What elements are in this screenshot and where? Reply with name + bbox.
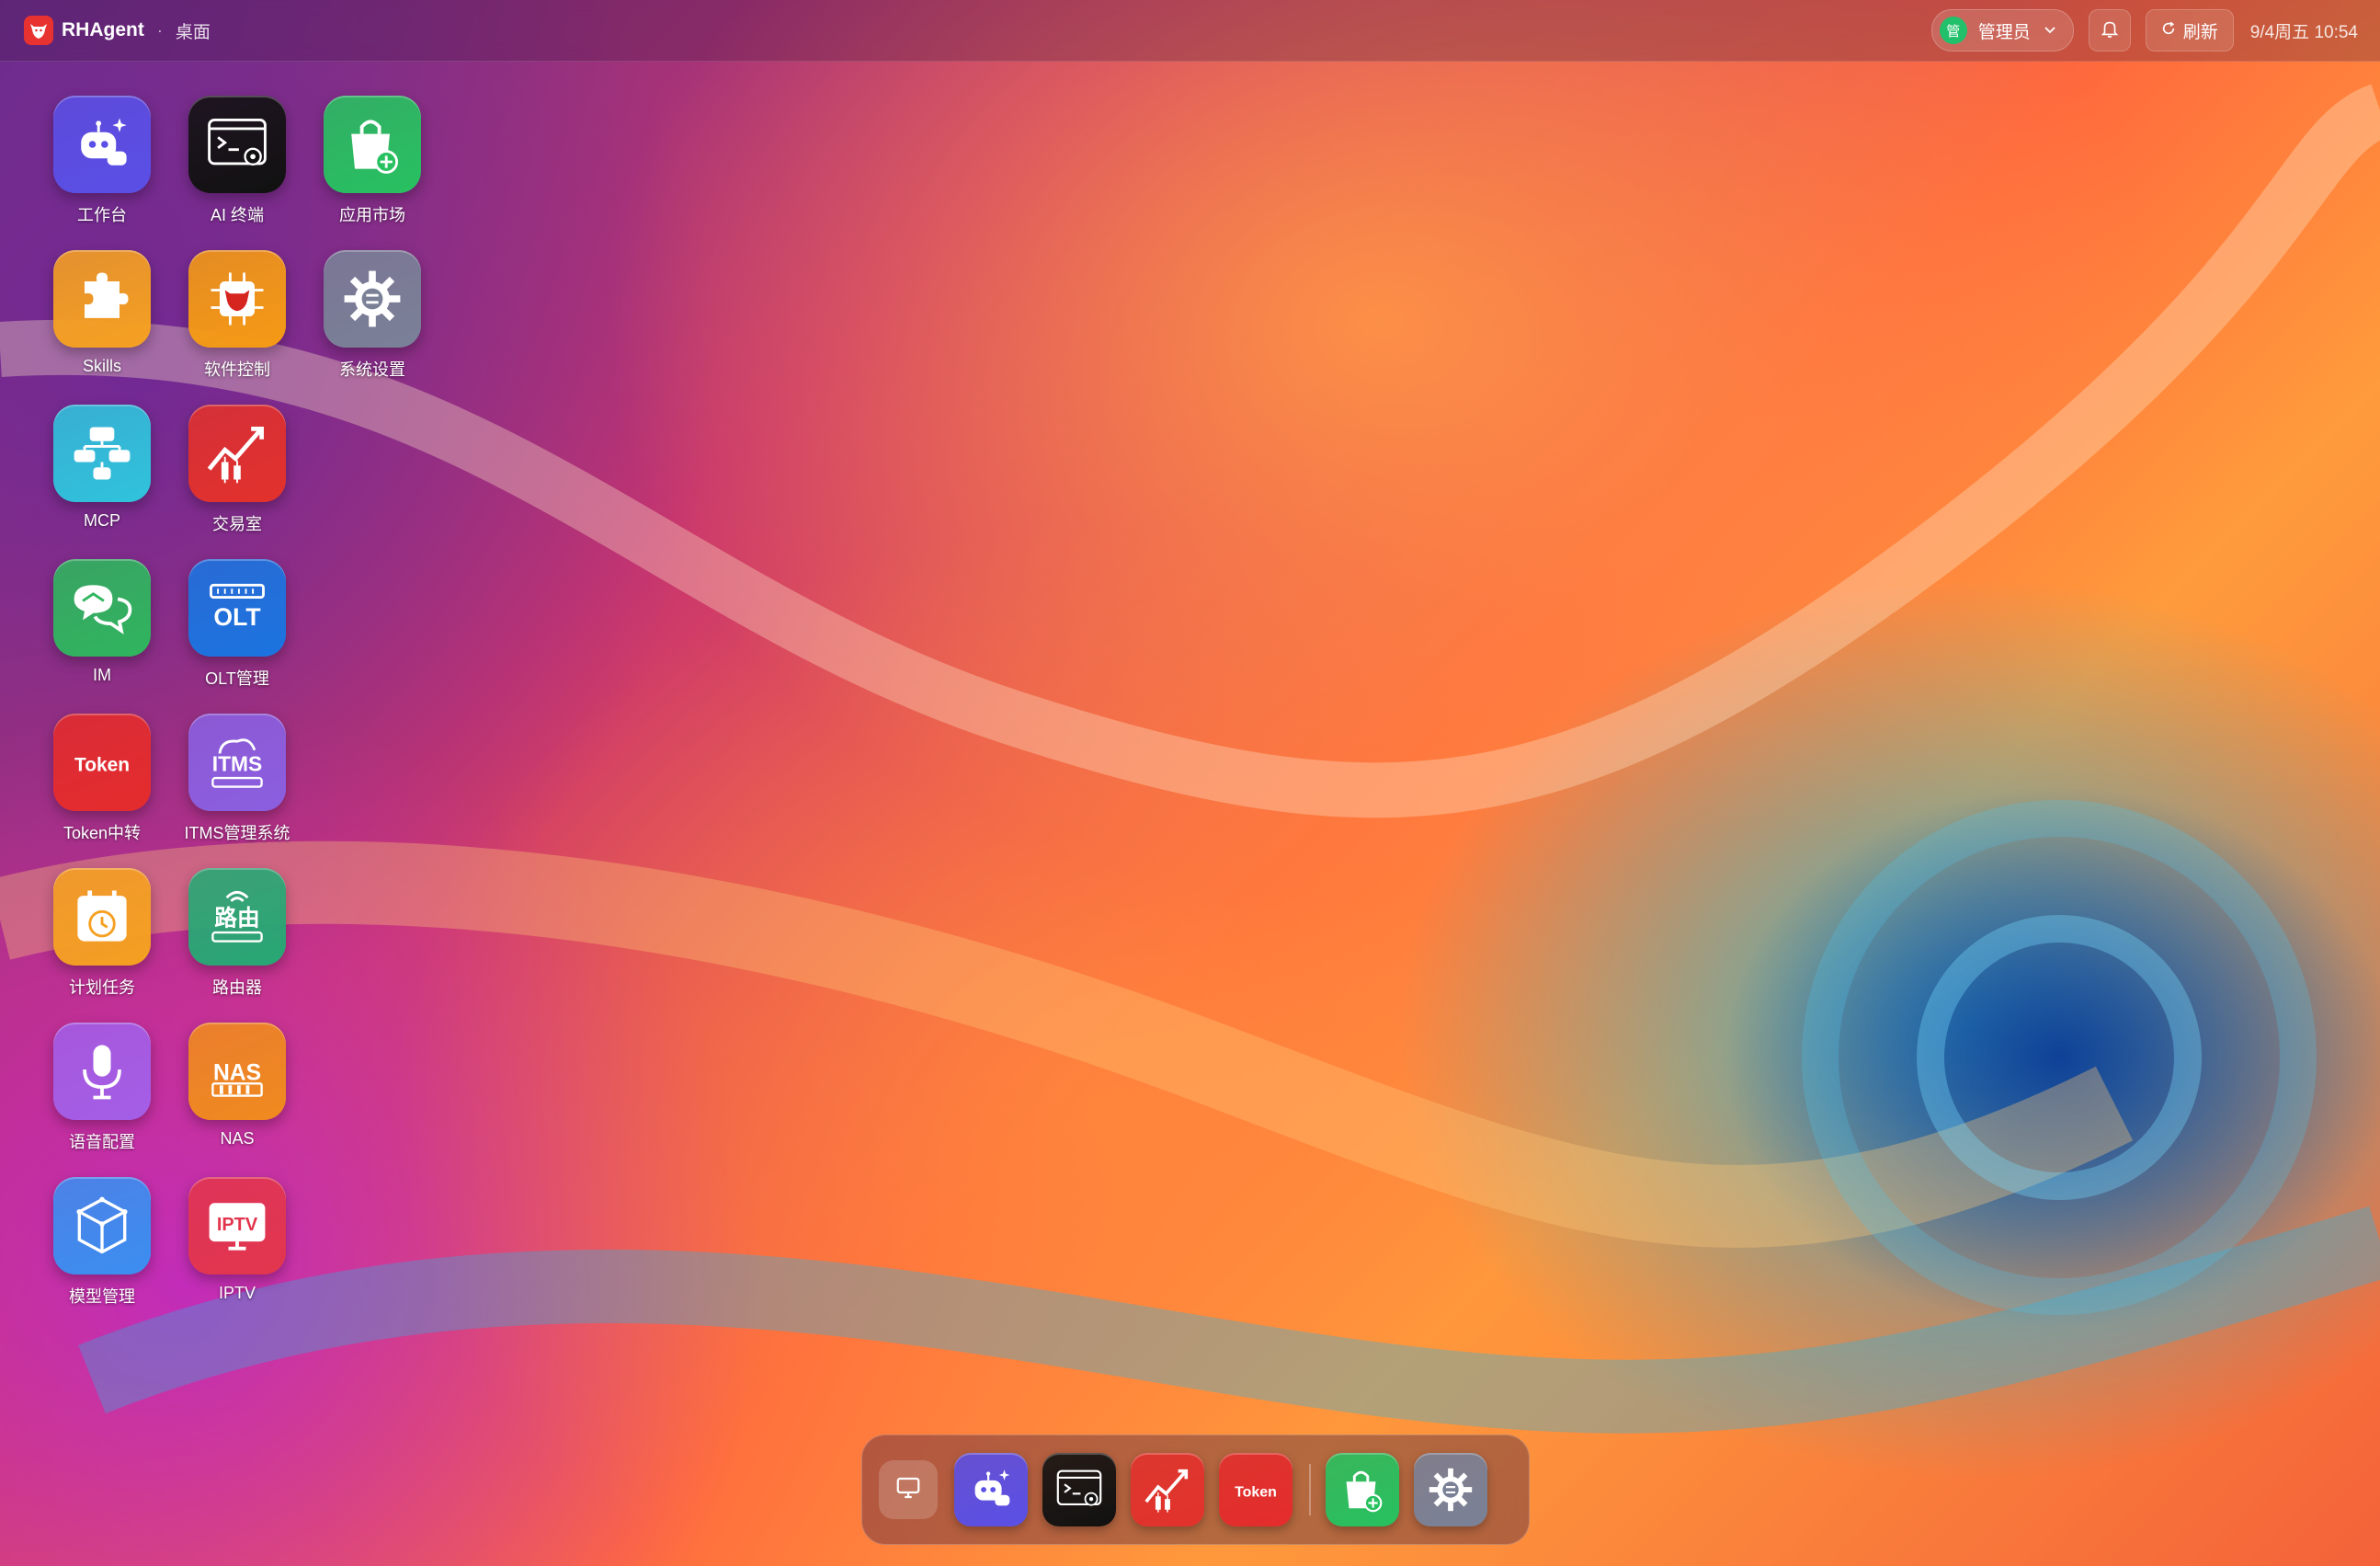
- gear-icon: [324, 250, 421, 348]
- desktop-icon-label: 软件控制: [204, 360, 270, 379]
- avatar: 管: [1939, 17, 1967, 44]
- refresh-label: 刷新: [2182, 22, 2218, 42]
- desktop-icon-itms-cloud[interactable]: ITMS ITMS管理系统: [168, 714, 306, 844]
- desktop-icon-olt-device[interactable]: OLT OLT管理: [168, 559, 306, 690]
- token-relay-icon: Token: [53, 714, 151, 811]
- calendar-clock-icon: [53, 868, 151, 966]
- robot-assistant-icon: [964, 1463, 1018, 1516]
- microphone-icon: [53, 1023, 151, 1120]
- desktop-icon-gear[interactable]: 系统设置: [303, 250, 441, 381]
- dock-item-token-relay[interactable]: Token: [1219, 1453, 1292, 1526]
- desktop-icon-plug-network[interactable]: MCP: [33, 405, 171, 531]
- chevron-down-icon: [2044, 23, 2056, 38]
- svg-text:Token: Token: [74, 755, 130, 776]
- desktop-icon-stock-chart[interactable]: 交易室: [168, 405, 306, 535]
- app-name: RHAgent: [62, 19, 144, 40]
- svg-text:IPTV: IPTV: [217, 1215, 258, 1235]
- breadcrumb[interactable]: 桌面: [176, 18, 211, 43]
- circuit-bull-icon: [188, 250, 286, 348]
- robot-assistant-icon: [53, 96, 151, 193]
- desktop-icon-label: Token中转: [63, 824, 142, 842]
- desktop-icon-circuit-bull[interactable]: 软件控制: [168, 250, 306, 381]
- desktop-icon-label: 计划任务: [69, 978, 135, 997]
- svg-text:路由: 路由: [214, 906, 259, 932]
- desktop-icon-nas-storage[interactable]: NAS NAS: [168, 1023, 306, 1149]
- breadcrumb-separator: ·: [156, 20, 163, 40]
- iptv-tv-icon: IPTV: [188, 1177, 286, 1275]
- desktop-icon-microphone[interactable]: 语音配置: [33, 1023, 171, 1153]
- svg-text:ITMS: ITMS: [212, 752, 262, 776]
- top-bar: RHAgent · 桌面 管 管理员 刷新 9/4周五 10:54: [0, 0, 2380, 62]
- desktop-icon-label: IPTV: [218, 1284, 256, 1302]
- dock-item-gear[interactable]: [1414, 1453, 1487, 1526]
- clock: 9/4周五 10:54: [2249, 22, 2358, 42]
- nas-storage-icon: NAS: [188, 1023, 286, 1120]
- desktop-icon-label: Skills: [82, 357, 121, 375]
- desktop-icon-label: 交易室: [212, 515, 262, 533]
- desktop-icon-label: NAS: [220, 1129, 255, 1148]
- olt-device-icon: OLT: [188, 559, 286, 657]
- monitor-icon: [894, 1474, 922, 1506]
- shopping-bag-icon: [324, 96, 421, 193]
- cube-model-icon: [53, 1177, 151, 1275]
- desktop-icon-router[interactable]: 路由 路由器: [168, 868, 306, 999]
- desktop-icon-label: 应用市场: [339, 206, 405, 224]
- dock-item-robot-assistant[interactable]: [954, 1453, 1028, 1526]
- itms-cloud-icon: ITMS: [188, 714, 286, 811]
- chat-bubbles-icon: [53, 559, 151, 657]
- stock-chart-icon: [1141, 1463, 1194, 1516]
- desktop-icon-label: 系统设置: [339, 360, 405, 379]
- desktop-icon-shopping-bag[interactable]: 应用市场: [303, 96, 441, 226]
- svg-text:OLT: OLT: [213, 603, 260, 631]
- bull-logo-icon: [24, 16, 53, 45]
- router-icon: 路由: [188, 868, 286, 966]
- desktop-icon-label: AI 终端: [210, 206, 264, 224]
- svg-text:NAS: NAS: [213, 1061, 261, 1086]
- desktop-icon-token-relay[interactable]: Token Token中转: [33, 714, 171, 844]
- puzzle-icon: [53, 250, 151, 348]
- dock-item-stock-chart[interactable]: [1131, 1453, 1204, 1526]
- desktop-icon-cube-model[interactable]: 模型管理: [33, 1177, 171, 1308]
- desktop-icon-label: ITMS管理系统: [184, 824, 290, 842]
- desktop-icon-calendar-clock[interactable]: 计划任务: [33, 868, 171, 999]
- dock-item-terminal[interactable]: [1042, 1453, 1116, 1526]
- desktop-icon-label: 路由器: [212, 978, 262, 997]
- terminal-icon: [188, 96, 286, 193]
- brand[interactable]: RHAgent: [24, 16, 144, 45]
- desktop-icon-robot-assistant[interactable]: 工作台: [33, 96, 171, 226]
- desktop-icon-label: 工作台: [77, 206, 127, 224]
- desktop-icon-terminal[interactable]: AI 终端: [168, 96, 306, 226]
- refresh-button[interactable]: 刷新: [2145, 9, 2234, 51]
- desktop-icon-label: 语音配置: [69, 1133, 135, 1151]
- dock: Token: [861, 1435, 1530, 1545]
- refresh-icon: [2161, 21, 2176, 40]
- dock-separator: [1309, 1464, 1311, 1515]
- desktop-icon-iptv-tv[interactable]: IPTV IPTV: [168, 1177, 306, 1303]
- bell-icon: [2100, 18, 2120, 43]
- user-menu-button[interactable]: 管 管理员: [1930, 9, 2074, 51]
- terminal-icon: [1053, 1463, 1106, 1516]
- dock-item-shopping-bag[interactable]: [1326, 1453, 1399, 1526]
- desktop-icon-puzzle[interactable]: Skills: [33, 250, 171, 376]
- token-relay-icon: Token: [1229, 1463, 1282, 1516]
- gear-icon: [1424, 1463, 1477, 1516]
- shopping-bag-icon: [1336, 1463, 1389, 1516]
- wallpaper-waves: [0, 84, 2380, 1434]
- show-desktop-button[interactable]: [879, 1460, 938, 1519]
- svg-text:Token: Token: [1235, 1484, 1277, 1500]
- desktop-icon-label: IM: [93, 666, 111, 684]
- desktop-icon-label: MCP: [84, 511, 120, 530]
- desktop-icon-label: 模型管理: [69, 1287, 135, 1306]
- notifications-button[interactable]: [2088, 9, 2131, 51]
- desktop-icon-label: OLT管理: [205, 669, 269, 688]
- user-name: 管理员: [1977, 22, 2031, 42]
- desktop-icon-chat-bubbles[interactable]: IM: [33, 559, 171, 685]
- plug-network-icon: [53, 405, 151, 502]
- stock-chart-icon: [188, 405, 286, 502]
